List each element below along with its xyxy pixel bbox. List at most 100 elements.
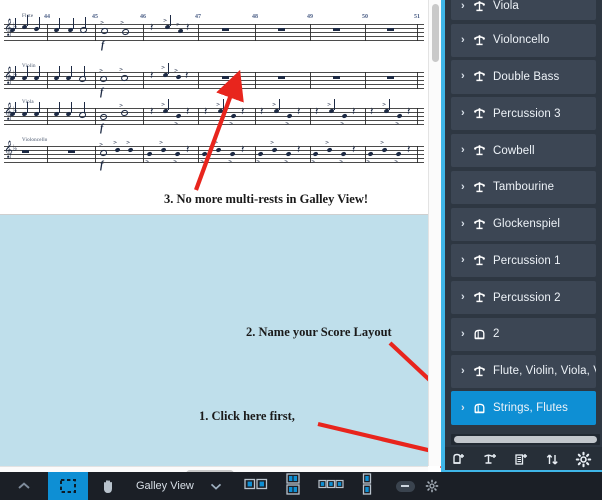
chevron-right-icon[interactable]: › (461, 71, 472, 82)
panel-row-glockenspiel[interactable]: › Glockenspiel (451, 207, 596, 241)
three-page-icon (318, 479, 344, 489)
layout-icon (472, 401, 487, 416)
sort-button[interactable] (544, 451, 561, 468)
players-layouts-list[interactable]: › Viola › Violoncello › Double Bass › Percussio… (445, 0, 602, 434)
add-layout-button[interactable] (451, 451, 468, 468)
panel-row-percussion-1[interactable]: › Percussion 1 (451, 244, 596, 278)
whole-rest (387, 28, 394, 31)
chevron-right-icon[interactable]: › (461, 218, 472, 230)
staff (4, 24, 424, 41)
panel-row-2[interactable]: › 2 (451, 317, 596, 352)
chevron-up-icon (18, 482, 30, 489)
canvas-vertical-scroll-thumb[interactable] (432, 4, 439, 62)
whole-rest (278, 28, 285, 31)
dorico-window: Flute 44 45 46 47 48 49 50 51 𝄞 ♭ (0, 0, 602, 500)
page-grid-view-button[interactable] (286, 472, 300, 500)
annotation-2: 2. Name your Score Layout (246, 325, 392, 339)
options-button[interactable] (575, 451, 592, 468)
chevron-right-icon[interactable]: › (461, 181, 472, 193)
panel-row-label: Double Bass (493, 70, 560, 83)
chevron-right-icon[interactable]: › (461, 145, 472, 156)
measure-number: 50 (362, 14, 368, 20)
sort-arrows-icon (546, 454, 558, 465)
annotation-1: 1. Click here first, (199, 409, 295, 423)
panel-row-label: Cowbell (493, 144, 535, 157)
panel-row-label: Viola (493, 0, 519, 12)
player-icon (472, 33, 487, 48)
panel-row-label: Tambourine (493, 181, 555, 194)
layout-icon (472, 327, 487, 342)
whole-rest (333, 28, 340, 31)
panel-row-label: 2 (493, 328, 500, 341)
hand-tool[interactable] (88, 472, 128, 500)
two-stacked-page-icon (362, 472, 372, 495)
panel-row-tambourine[interactable]: › Tambourine (451, 170, 596, 204)
zoom-gear-icon[interactable] (425, 479, 439, 493)
collapse-panel-button[interactable] (0, 481, 48, 491)
panel-row-cowbell[interactable]: › Cowbell (451, 133, 596, 168)
panel-row-label: Glockenspiel (493, 218, 561, 231)
score-canvas[interactable]: Flute 44 45 46 47 48 49 50 51 𝄞 ♭ (0, 0, 428, 472)
chevron-right-icon[interactable]: › (461, 255, 472, 266)
two-page-icon (244, 478, 268, 490)
marquee-select-tool[interactable] (48, 472, 88, 500)
chevron-right-icon[interactable]: › (461, 402, 472, 414)
panel-row-percussion-3[interactable]: › Percussion 3 (451, 97, 596, 131)
page-column-view-button[interactable] (362, 472, 372, 500)
panel-horizontal-scroll-thumb[interactable] (454, 436, 597, 443)
chevron-right-icon[interactable]: › (461, 0, 472, 12)
barline (255, 24, 256, 41)
panel-row-label: Strings, Flutes (493, 402, 568, 414)
player-icon (474, 0, 485, 11)
player-icon (474, 255, 485, 266)
add-flow-button[interactable] (513, 451, 530, 468)
chevron-right-icon[interactable]: › (461, 365, 472, 377)
staff (4, 72, 424, 89)
panel-row-viola[interactable]: › Viola (451, 0, 596, 20)
player-icon (472, 364, 487, 379)
player-icon (472, 217, 487, 232)
player-icon (472, 180, 487, 195)
player-icon (474, 71, 485, 82)
panel-row-strings-flutes[interactable]: › Strings, Flutes (451, 391, 596, 425)
measure-number: 51 (414, 14, 420, 20)
player-icon (474, 218, 485, 229)
barline (310, 24, 311, 41)
system-flute: Flute 44 45 46 47 48 49 50 51 𝄞 ♭ (0, 0, 428, 60)
marquee-select-icon (60, 479, 76, 493)
player-icon (474, 365, 485, 376)
page-spread-view-button[interactable] (244, 477, 268, 495)
measure-number: 44 (44, 14, 50, 20)
staff (4, 108, 424, 125)
chevron-right-icon[interactable]: › (461, 292, 472, 303)
barline (143, 24, 144, 41)
player-icon (472, 253, 487, 268)
view-mode-selector[interactable]: Galley View (136, 480, 222, 492)
add-player-button[interactable] (482, 451, 499, 468)
panel-row-percussion-2[interactable]: › Percussion 2 (451, 281, 596, 315)
panel-row-flute-violin-viola-vio[interactable]: › Flute, Violin, Viola, Vio (451, 354, 596, 388)
chevron-down-icon[interactable] (210, 482, 222, 491)
panel-horizontal-scrollbar[interactable] (451, 434, 600, 445)
panel-row-label: Flute, Violin, Viola, Vio (493, 365, 596, 378)
chevron-right-icon[interactable]: › (461, 108, 472, 119)
panel-row-violoncello[interactable]: › Violoncello (451, 23, 596, 57)
flow-plus-icon (515, 454, 527, 465)
instrument-label-violin: Violin (22, 64, 36, 69)
instrument-label-violoncello: Violoncello (22, 138, 48, 143)
whole-rest (222, 28, 229, 31)
panel-row-label: Violoncello (493, 34, 550, 47)
canvas-vertical-scrollbar[interactable] (428, 0, 442, 466)
page-row-view-button[interactable] (318, 477, 344, 495)
panel-row-double-bass[interactable]: › Double Bass (451, 60, 596, 94)
panel-row-label: Percussion 2 (493, 291, 561, 304)
panel-row-label: Percussion 1 (493, 254, 561, 267)
score-page: Flute 44 45 46 47 48 49 50 51 𝄞 ♭ (0, 0, 428, 215)
staff (4, 146, 424, 163)
chevron-right-icon[interactable]: › (461, 34, 472, 46)
player-plus-icon (484, 454, 496, 464)
dynamic-forte: f (100, 87, 104, 98)
player-icon (474, 292, 485, 303)
zoom-out-button[interactable] (395, 480, 415, 492)
chevron-right-icon[interactable]: › (461, 328, 472, 340)
